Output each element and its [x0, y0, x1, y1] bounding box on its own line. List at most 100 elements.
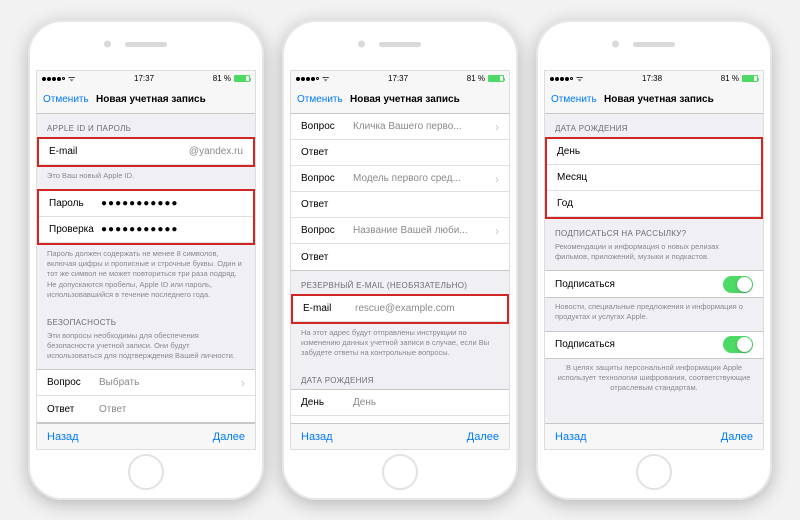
phone-2: ᯤ 17:37 81 % Отменить Новая учетная запи… — [282, 20, 518, 500]
subscribe-group-1: Подписаться — [545, 270, 763, 298]
dob-header: ДАТА РОЖДЕНИЯ — [545, 114, 763, 137]
answer-label: Ответ — [47, 404, 99, 415]
subscribe-toggle-1[interactable] — [723, 276, 753, 293]
section-apple-id-header: APPLE ID И ПАРОЛЬ — [37, 114, 255, 137]
verify-row[interactable]: Проверка ●●●●●●●●●●● — [39, 217, 253, 243]
battery-percent: 81 % — [721, 74, 739, 83]
subscribe-group-2: Подписаться — [545, 331, 763, 359]
day-row[interactable]: День День — [291, 390, 509, 416]
subscribe-label: Подписаться — [555, 279, 615, 290]
answer-2-row[interactable]: Ответ — [291, 192, 509, 218]
next-button[interactable]: Далее — [213, 431, 245, 443]
answer-1-row[interactable]: Ответ — [291, 140, 509, 166]
dob-header: ДАТА РОЖДЕНИЯ — [291, 366, 509, 389]
screen-3: ᯤ 17:38 81 % Отменить Новая учетная запи… — [544, 70, 764, 450]
question-2-value: Модель первого сред... — [353, 173, 491, 184]
status-bar: ᯤ 17:37 81 % — [37, 71, 255, 86]
chevron-right-icon: › — [241, 376, 245, 390]
back-button[interactable]: Назад — [555, 431, 587, 443]
battery-icon — [742, 75, 758, 82]
chevron-right-icon: › — [495, 224, 499, 238]
back-button[interactable]: Назад — [301, 431, 333, 443]
dob-group: День День Месяц Месяц — [291, 389, 509, 423]
signal-icon — [550, 77, 573, 81]
email-note: Это Ваш новый Apple ID. — [37, 167, 255, 189]
day-label: День — [557, 146, 609, 157]
status-time: 17:38 — [642, 74, 662, 83]
answer-label: Ответ — [301, 252, 353, 263]
wifi-icon: ᯤ — [322, 73, 329, 84]
question-3-row[interactable]: Вопрос Название Вашей люби... › — [291, 218, 509, 244]
nav-title: Новая учетная запись — [307, 94, 503, 105]
phone-3: ᯤ 17:38 81 % Отменить Новая учетная запи… — [536, 20, 772, 500]
status-time: 17:37 — [134, 74, 154, 83]
rescue-email-group: E-mail rescue@example.com — [291, 294, 509, 324]
subscribe-toggle-2[interactable] — [723, 336, 753, 353]
question-1-row[interactable]: Вопрос Кличка Вашего перво... › — [291, 114, 509, 140]
back-button[interactable]: Назад — [47, 431, 79, 443]
status-bar: ᯤ 17:38 81 % — [545, 71, 763, 86]
question-label: Вопрос — [301, 121, 353, 132]
next-button[interactable]: Далее — [467, 431, 499, 443]
chevron-right-icon: › — [495, 120, 499, 134]
rescue-email-value: rescue@example.com — [355, 303, 497, 314]
verify-value: ●●●●●●●●●●● — [101, 224, 243, 235]
question-2-row[interactable]: Вопрос Модель первого сред... › — [291, 166, 509, 192]
rescue-email-header: РЕЗЕРВНЫЙ E-MAIL (НЕОБЯЗАТЕЛЬНО) — [291, 271, 509, 294]
dob-group: День Месяц Год — [545, 137, 763, 219]
month-row[interactable]: Месяц Месяц — [291, 416, 509, 423]
password-label: Пароль — [49, 198, 101, 209]
password-value: ●●●●●●●●●●● — [101, 198, 243, 209]
privacy-note: В целях защиты персональной информации A… — [545, 359, 763, 401]
day-label: День — [301, 397, 353, 408]
question-label: Вопрос — [301, 173, 353, 184]
answer-3-row[interactable]: Ответ — [291, 244, 509, 270]
subscribe-row-1: Подписаться — [545, 271, 763, 297]
subscribe-note-1: Рекомендации и информация о новых релиза… — [545, 242, 763, 270]
answer-value: Ответ — [99, 404, 245, 415]
next-button[interactable]: Далее — [721, 431, 753, 443]
chevron-right-icon: › — [495, 172, 499, 186]
toolbar: Назад Далее — [37, 423, 255, 449]
nav-title: Новая учетная запись — [561, 94, 757, 105]
toolbar: Назад Далее — [545, 423, 763, 449]
wifi-icon: ᯤ — [68, 73, 75, 84]
subscribe-note-2: Новости, специальные предложения и инфор… — [545, 298, 763, 330]
password-group: Пароль ●●●●●●●●●●● Проверка ●●●●●●●●●●● — [37, 189, 255, 245]
wifi-icon: ᯤ — [576, 73, 583, 84]
toolbar: Назад Далее — [291, 423, 509, 449]
day-value: День — [353, 397, 499, 408]
day-row[interactable]: День — [547, 139, 761, 165]
verify-label: Проверка — [49, 224, 101, 235]
question-3-value: Название Вашей люби... — [353, 225, 491, 236]
question-label: Вопрос — [47, 377, 99, 388]
question-1-value: Кличка Вашего перво... — [353, 121, 491, 132]
email-label: E-mail — [49, 146, 101, 157]
subscribe-row-2: Подписаться — [545, 332, 763, 358]
status-time: 17:37 — [388, 74, 408, 83]
password-row[interactable]: Пароль ●●●●●●●●●●● — [39, 191, 253, 217]
signal-icon — [42, 77, 65, 81]
answer-label: Ответ — [301, 199, 353, 210]
question-value: Выбрать — [99, 377, 237, 388]
subscribe-label: Подписаться — [555, 339, 615, 350]
battery-icon — [488, 75, 504, 82]
rescue-email-row[interactable]: E-mail rescue@example.com — [293, 296, 507, 322]
answer-row[interactable]: Ответ Ответ — [37, 396, 255, 422]
security-note: Эти вопросы необходимы для обеспечения б… — [37, 331, 255, 369]
nav-title: Новая учетная запись — [53, 94, 249, 105]
signal-icon — [296, 77, 319, 81]
rescue-note: На этот адрес будут отправлены инструкци… — [291, 324, 509, 366]
battery-icon — [234, 75, 250, 82]
year-row[interactable]: Год — [547, 191, 761, 217]
question-label: Вопрос — [301, 225, 353, 236]
nav-bar: Отменить Новая учетная запись — [545, 86, 763, 114]
question-row[interactable]: Вопрос Выбрать › — [37, 370, 255, 396]
month-row[interactable]: Месяц — [547, 165, 761, 191]
email-row[interactable]: E-mail @yandex.ru — [39, 139, 253, 165]
screen-2: ᯤ 17:37 81 % Отменить Новая учетная запи… — [290, 70, 510, 450]
screen-1: ᯤ 17:37 81 % Отменить Новая учетная запи… — [36, 70, 256, 450]
password-note: Пароль должен содержать не менее 8 симво… — [37, 245, 255, 308]
battery-percent: 81 % — [467, 74, 485, 83]
rescue-email-label: E-mail — [303, 303, 355, 314]
